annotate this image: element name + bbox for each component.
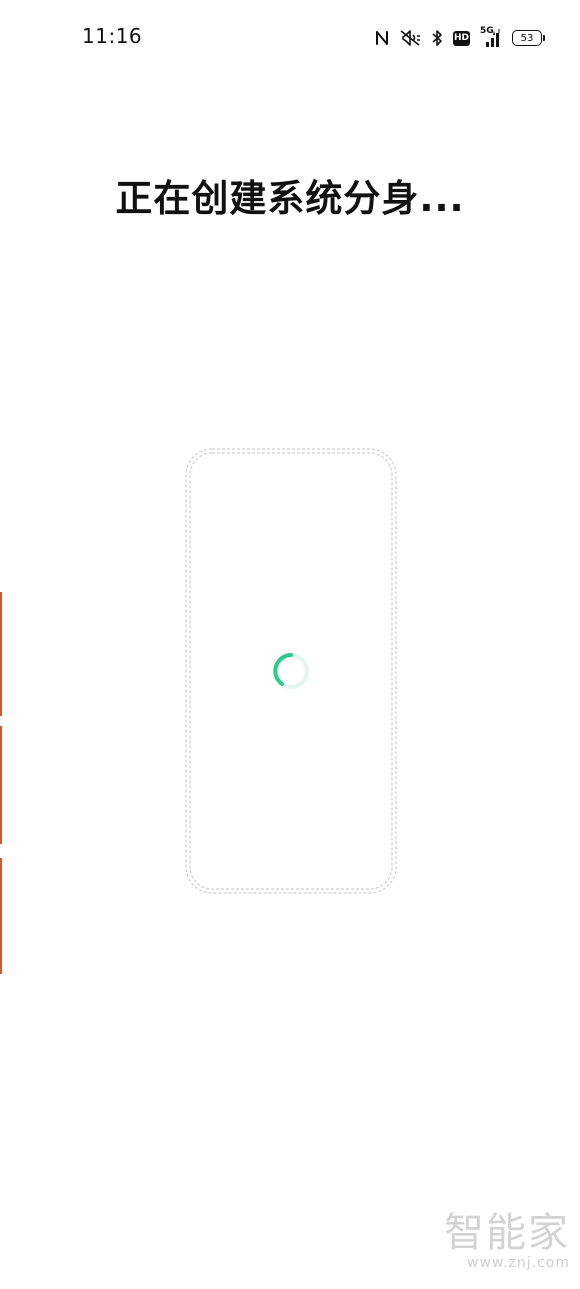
page-title: 正在创建系统分身...: [115, 177, 465, 220]
battery-icon: 53: [512, 30, 545, 46]
edge-strip: [0, 858, 2, 974]
watermark-url: www.znj.com: [467, 1255, 570, 1271]
status-time: 11:16: [82, 24, 143, 48]
watermark-text: 智能家: [444, 1210, 570, 1256]
hd-icon: HD: [453, 30, 470, 46]
loading-spinner: [271, 651, 311, 691]
screen: 11:16 HD 5G 53 正在创建系统分身... 智能家 www.znj.c…: [0, 0, 580, 1289]
signal-icon: 5G: [480, 26, 502, 48]
edge-strip: [0, 592, 2, 716]
status-bar: 11:16 HD 5G 53: [0, 0, 580, 76]
watermark: 智能家 www.znj.com: [444, 1213, 570, 1271]
status-icons: HD 5G 53: [375, 26, 545, 50]
edge-strip: [0, 726, 2, 844]
nfc-icon: [375, 30, 389, 46]
mute-icon: [399, 29, 421, 47]
bluetooth-icon: [431, 29, 443, 47]
